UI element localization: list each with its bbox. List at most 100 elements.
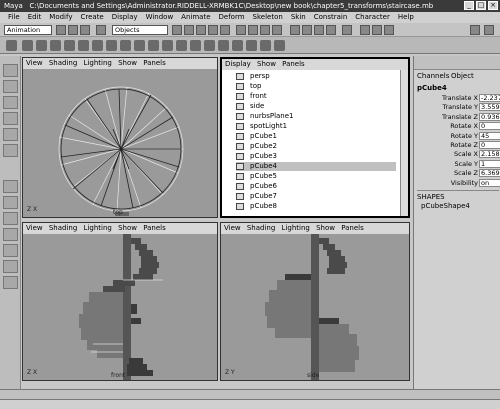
- command-line[interactable]: [0, 399, 500, 409]
- cv-curve-icon[interactable]: [246, 40, 257, 51]
- channel-value-field[interactable]: 3.559: [479, 103, 500, 112]
- graph-editor-layout-icon[interactable]: [3, 244, 18, 257]
- outliner-item[interactable]: pCube4: [236, 162, 396, 171]
- outliner-item[interactable]: pCube3: [236, 152, 396, 161]
- snap-grid-icon[interactable]: [236, 25, 246, 35]
- outliner-panels-menu[interactable]: Panels: [282, 60, 305, 68]
- snap-plane-icon[interactable]: [272, 25, 282, 35]
- channel-row[interactable]: Rotate X0: [414, 122, 500, 131]
- rotate-tool-icon[interactable]: [3, 112, 18, 125]
- channel-value-field[interactable]: on: [479, 178, 500, 187]
- outliner-item[interactable]: pCube6: [236, 182, 396, 191]
- mask-handle-icon[interactable]: [172, 25, 182, 35]
- outliner-display-menu[interactable]: Display: [225, 60, 251, 68]
- mask-deform-icon[interactable]: [220, 25, 230, 35]
- nurbs-sphere-icon[interactable]: [22, 40, 33, 51]
- mask-joint-icon[interactable]: [184, 25, 194, 35]
- menu-constrain[interactable]: Constrain: [310, 12, 352, 23]
- outliner-item[interactable]: spotLight1: [236, 122, 396, 131]
- menu-character[interactable]: Character: [351, 12, 394, 23]
- channel-value-field[interactable]: 0: [479, 141, 500, 149]
- poly-cylinder-icon[interactable]: [134, 40, 145, 51]
- channels-menu[interactable]: Channels: [417, 72, 449, 80]
- history-icon[interactable]: [290, 25, 300, 35]
- panels-menu[interactable]: Panels: [143, 224, 166, 232]
- sculpt-icon[interactable]: [260, 40, 271, 51]
- menu-deform[interactable]: Deform: [215, 12, 249, 23]
- menu-animate[interactable]: Animate: [177, 12, 214, 23]
- outliner-scrollbar[interactable]: [400, 70, 408, 216]
- mask-curve-icon[interactable]: [196, 25, 206, 35]
- panels-menu[interactable]: Panels: [341, 224, 364, 232]
- render-view-layout-icon[interactable]: [3, 276, 18, 289]
- scale-tool-icon[interactable]: [3, 128, 18, 141]
- object-menu[interactable]: Object: [451, 72, 474, 80]
- select-tool-icon[interactable]: [3, 64, 18, 77]
- tool-settings-icon[interactable]: [372, 25, 382, 35]
- lighting-menu[interactable]: Lighting: [282, 224, 310, 232]
- viewport-top[interactable]: View Shading Lighting Show Panels Z X to…: [22, 57, 218, 218]
- render-globals-icon[interactable]: [326, 25, 336, 35]
- channel-row[interactable]: Scale Z 6.369: [414, 169, 500, 178]
- nurbs-plane-icon[interactable]: [78, 40, 89, 51]
- ipr-render-icon[interactable]: [314, 25, 324, 35]
- save-scene-icon[interactable]: [80, 25, 90, 35]
- shelf-tab-icon[interactable]: [6, 40, 17, 51]
- menu-file[interactable]: File: [4, 12, 24, 23]
- view-menu[interactable]: View: [224, 224, 241, 232]
- ep-curve-icon[interactable]: [232, 40, 243, 51]
- minimize-button[interactable]: _: [464, 1, 474, 10]
- show-menu[interactable]: Show: [316, 224, 335, 232]
- menu-modify[interactable]: Modify: [45, 12, 76, 23]
- manipulator-tool-icon[interactable]: [3, 144, 18, 157]
- time-slider[interactable]: [0, 389, 500, 399]
- single-pane-layout-icon[interactable]: [3, 180, 18, 193]
- outliner-item[interactable]: nurbsPlane1: [236, 112, 396, 121]
- close-button[interactable]: ×: [488, 1, 498, 10]
- view-menu[interactable]: View: [26, 59, 43, 67]
- nurbs-cube-icon[interactable]: [36, 40, 47, 51]
- snap-curve-icon[interactable]: [248, 25, 258, 35]
- show-menu[interactable]: Show: [118, 59, 137, 67]
- channel-value-field[interactable]: 1: [479, 159, 500, 168]
- nurbs-cylinder-icon[interactable]: [50, 40, 61, 51]
- outliner-item[interactable]: pCube1: [236, 132, 396, 141]
- channel-value-field[interactable]: 45: [479, 131, 500, 140]
- two-pane-layout-icon[interactable]: [3, 212, 18, 225]
- channel-value-field[interactable]: 0: [479, 122, 500, 131]
- outliner-show-menu[interactable]: Show: [257, 60, 276, 68]
- channel-row[interactable]: Rotate Z0: [414, 141, 500, 150]
- channel-value-field[interactable]: 0.936: [479, 112, 500, 121]
- shading-menu[interactable]: Shading: [49, 224, 77, 232]
- lighting-menu[interactable]: Lighting: [84, 224, 112, 232]
- channel-row[interactable]: Translate Y 3.559: [414, 103, 500, 112]
- four-pane-layout-icon[interactable]: [3, 196, 18, 209]
- menu-window[interactable]: Window: [142, 12, 178, 23]
- menu-skin[interactable]: Skin: [287, 12, 310, 23]
- selection-mask-dropdown[interactable]: Objects: [112, 25, 168, 35]
- input-line-icon[interactable]: [342, 25, 352, 35]
- spot-light-icon[interactable]: [190, 40, 201, 51]
- outliner-item[interactable]: front: [236, 92, 396, 101]
- menu-create[interactable]: Create: [76, 12, 107, 23]
- viewport-front[interactable]: View Shading Lighting Show Panels Z X fr…: [22, 222, 218, 381]
- outliner-layout-icon[interactable]: [3, 228, 18, 241]
- outliner-item[interactable]: pCube8: [236, 202, 396, 211]
- outliner-item[interactable]: side: [236, 102, 396, 111]
- outliner-item[interactable]: top: [236, 82, 396, 91]
- poly-cube-icon[interactable]: [120, 40, 131, 51]
- channel-value-field[interactable]: 2.158: [479, 150, 500, 159]
- channel-value-field[interactable]: 6.369: [479, 169, 500, 178]
- hypershade-layout-icon[interactable]: [3, 260, 18, 273]
- shading-menu[interactable]: Shading: [247, 224, 275, 232]
- poly-cone-icon[interactable]: [148, 40, 159, 51]
- channel-box-toggle-icon[interactable]: [384, 25, 394, 35]
- shelf-toggle-icon[interactable]: [484, 25, 494, 35]
- lighting-menu[interactable]: Lighting: [84, 59, 112, 67]
- snap-point-icon[interactable]: [260, 25, 270, 35]
- outliner-item[interactable]: persp: [236, 72, 396, 81]
- attribute-editor-icon[interactable]: [360, 25, 370, 35]
- viewport-side[interactable]: View Shading Lighting Show Panels Z Y si…: [220, 222, 410, 381]
- nurbs-cone-icon[interactable]: [64, 40, 75, 51]
- menu-edit[interactable]: Edit: [24, 12, 46, 23]
